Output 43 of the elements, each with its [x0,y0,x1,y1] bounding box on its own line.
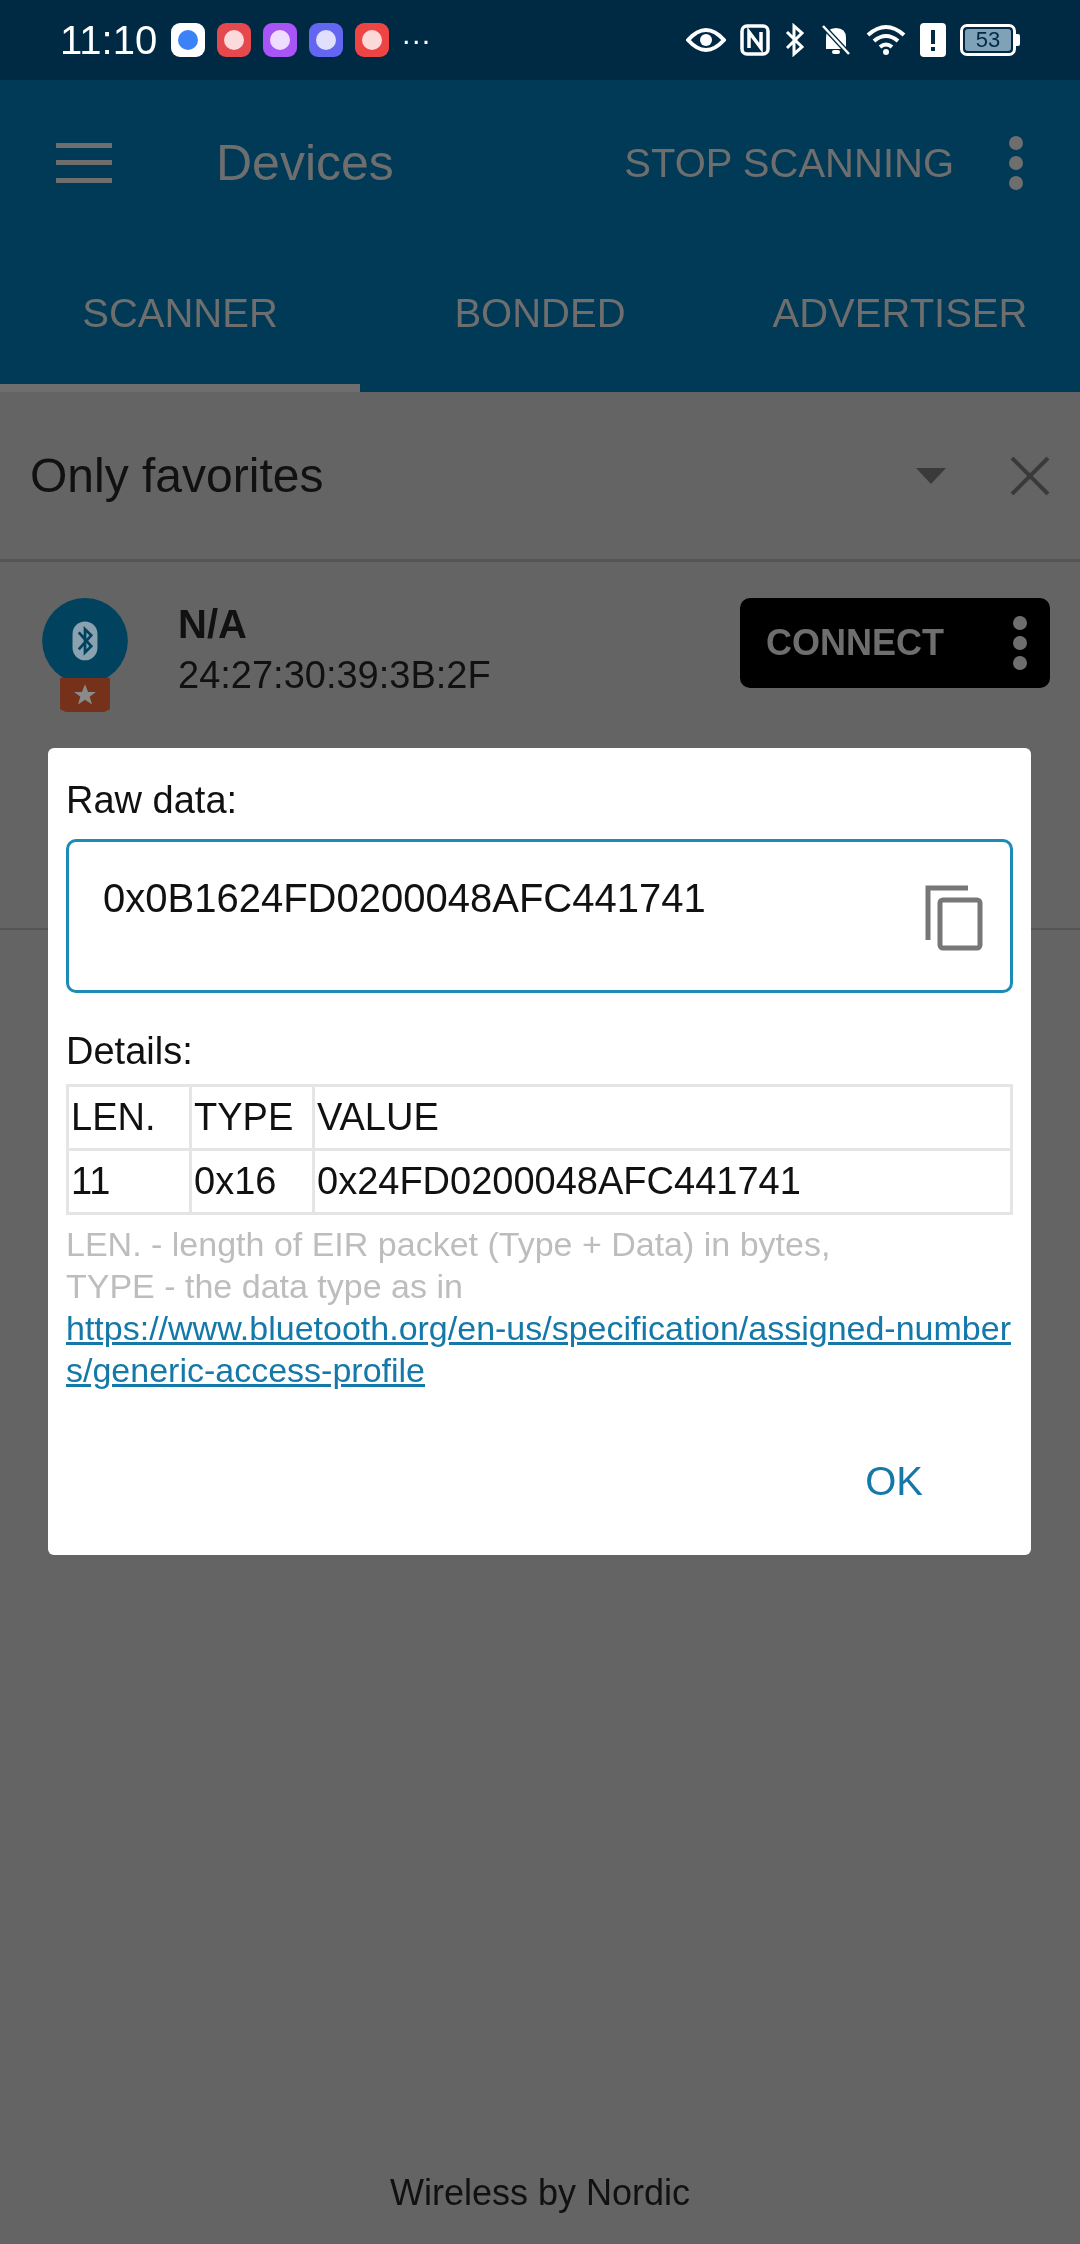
app-icon [263,23,298,57]
nfc-icon [740,24,770,56]
tab[interactable]: ADVERTISER [720,246,1080,392]
device-menu-icon[interactable] [1012,615,1028,671]
device-name: N/A [178,601,248,648]
app-icon [217,23,252,57]
tab[interactable]: BONDED [360,246,720,392]
raw-data-label: Raw data: [66,778,239,823]
clock: 11:10 [60,17,158,64]
table-cell: 11 [67,1149,191,1214]
more-options-icon[interactable] [1008,135,1024,191]
bell-off-icon [820,23,852,57]
ok-button[interactable]: OK [855,1451,933,1511]
eye-icon [686,26,726,54]
more-notifications: ··· [401,25,432,55]
alert-icon [920,23,946,57]
device-address: 24:27:30:39:3B:2F [178,653,491,698]
wifi-icon [866,24,906,56]
bluetooth-icon [784,23,806,57]
dropdown-caret-icon[interactable] [916,467,946,484]
menu-icon[interactable] [56,143,112,183]
note-text: LEN. - length of EIR packet (Type + Data) in bytes, [66,1224,832,1265]
note-text: TYPE - the data type as in [66,1266,464,1307]
footer-text: Wireless by Nordic [389,2171,691,2215]
filter-dropdown[interactable]: Only favorites [30,439,324,512]
column-header: TYPE [190,1085,314,1150]
battery-level: 53 [975,29,1001,51]
stop-scanning-button[interactable]: STOP SCANNING [624,133,954,193]
copy-icon[interactable] [924,884,984,952]
details-label: Details: [66,1029,194,1074]
tab[interactable]: SCANNER [0,246,360,392]
app-icon [171,23,206,57]
app-icon [355,23,390,57]
connect-button[interactable]: CONNECT [740,598,1050,688]
table-cell: 0x24FD0200048AFC441741 [313,1149,1012,1214]
column-header: VALUE [313,1085,1012,1150]
table-cell: 0x16 [190,1149,314,1214]
raw-data-field[interactable]: 0x0B1624FD0200048AFC441741 [66,839,1013,993]
specification-link[interactable]: https://www.bluetooth.org/en-us/specification/assigned-numbers/generic-access-profile [66,1307,1013,1391]
column-header: LEN. [67,1085,191,1150]
close-icon[interactable] [1010,455,1050,496]
screen-title: Devices [216,133,394,193]
app-icon [309,23,344,57]
